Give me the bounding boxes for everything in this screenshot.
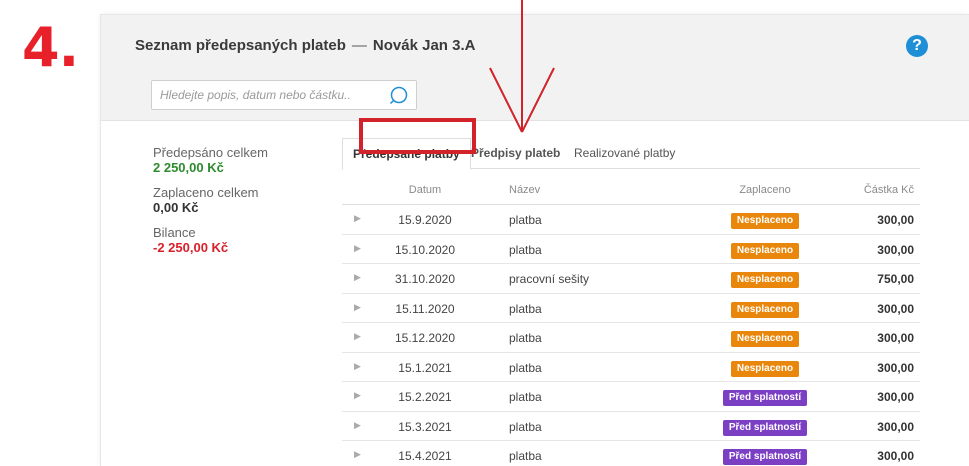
table-header: Datum Název Zaplaceno Částka Kč: [342, 175, 920, 205]
balance-value: -2 250,00 Kč: [153, 240, 229, 255]
status-badge: Nesplaceno: [730, 360, 800, 377]
table-row[interactable]: ▶ 15.10.2020 platba Nesplaceno 300,00: [342, 235, 920, 264]
tab-prescribed-payments[interactable]: Předepsané platby: [342, 138, 471, 170]
summary-paid: Zaplaceno celkem 0,00 Kč: [153, 185, 343, 215]
balance-label: Bilance: [153, 225, 196, 240]
row-date: 15.12.2020: [394, 331, 456, 345]
row-amount: 300,00: [877, 213, 914, 227]
row-amount: 300,00: [877, 360, 914, 375]
table-row[interactable]: ▶ 15.12.2020 platba Nesplaceno 300,00: [342, 323, 920, 353]
expand-arrow-icon[interactable]: ▶: [354, 361, 361, 372]
summary-balance: Bilance -2 250,00 Kč: [153, 225, 343, 255]
table-row[interactable]: ▶ 15.9.2020 platba Nesplaceno 300,00: [342, 205, 920, 235]
prescribed-value: 2 250,00 Kč: [153, 160, 224, 175]
row-name: platba: [509, 419, 542, 434]
column-header-paid[interactable]: Zaplaceno: [720, 184, 810, 196]
status-badge: Před splatností: [722, 449, 808, 465]
column-header-date[interactable]: Datum: [377, 184, 473, 196]
row-name: pracovní sešity: [509, 272, 590, 286]
row-date: 15.3.2021: [398, 419, 452, 434]
expand-arrow-icon[interactable]: ▶: [354, 420, 361, 431]
table-row[interactable]: ▶ 15.11.2020 platba Nesplaceno 300,00: [342, 294, 920, 323]
student-name: Novák Jan 3.A: [372, 37, 476, 54]
expand-arrow-icon[interactable]: ▶: [354, 272, 361, 283]
row-amount: 300,00: [877, 449, 914, 463]
row-name: platba: [509, 390, 542, 404]
row-status: Nesplaceno: [720, 271, 810, 288]
status-badge: Nesplaceno: [730, 301, 800, 318]
panel-header: Seznam předepsaných plateb — Novák Jan 3.A…: [101, 15, 969, 121]
column-header-amount[interactable]: Částka Kč: [832, 184, 914, 196]
row-name: platba: [509, 213, 542, 227]
expand-arrow-icon[interactable]: ▶: [354, 331, 361, 342]
payments-panel: Seznam předepsaných plateb — Novák Jan 3.A…: [100, 14, 969, 466]
row-date: 15.11.2020: [395, 301, 455, 316]
page-title: Seznam předepsaných plateb — Novák Jan 3.A: [135, 37, 475, 54]
row-name: platba: [509, 360, 542, 375]
expand-arrow-icon[interactable]: ▶: [354, 449, 361, 460]
row-date: 31.10.2020: [394, 272, 456, 286]
expand-arrow-icon[interactable]: ▶: [354, 243, 361, 254]
row-status: Nesplaceno: [720, 330, 810, 347]
paid-label: Zaplaceno celkem: [153, 185, 259, 200]
expand-arrow-icon[interactable]: ▶: [354, 302, 361, 313]
row-amount: 300,00: [877, 390, 914, 404]
row-name: platba: [509, 301, 542, 316]
status-badge: Před splatností: [722, 390, 808, 406]
status-badge: Nesplaceno: [730, 213, 800, 229]
title-separator: —: [351, 37, 367, 54]
row-amount: 750,00: [877, 272, 914, 286]
status-badge: Nesplaceno: [730, 272, 800, 288]
row-status: Nesplaceno: [720, 242, 810, 259]
expand-arrow-icon[interactable]: ▶: [354, 390, 361, 401]
payments-table: Datum Název Zaplaceno Částka Kč ▶ 15.9.20…: [342, 175, 920, 466]
row-name: platba: [509, 242, 542, 257]
payment-summary: Předepsáno celkem 2 250,00 Kč Zaplaceno …: [153, 145, 343, 265]
summary-prescribed: Předepsáno celkem 2 250,00 Kč: [153, 145, 343, 175]
row-status: Nesplaceno: [720, 301, 810, 318]
tab-bar: Předepsané platby Předpisy plateb Realiz…: [342, 138, 920, 170]
tab-payment-prescriptions[interactable]: Předpisy plateb: [461, 138, 570, 169]
table-row[interactable]: ▶ 15.3.2021 platba Před splatností 300,00: [342, 412, 920, 441]
row-status: Nesplaceno: [720, 360, 810, 377]
help-icon[interactable]: ?: [906, 35, 928, 57]
row-amount: 300,00: [877, 242, 914, 257]
row-date: 15.4.2021: [398, 449, 452, 463]
title-text: Seznam předepsaných plateb: [135, 37, 346, 54]
row-name: platba: [509, 449, 542, 463]
search-input[interactable]: [152, 81, 384, 109]
row-date: 15.9.2020: [398, 213, 452, 227]
expand-arrow-icon[interactable]: ▶: [354, 213, 361, 224]
prescribed-label: Předepsáno celkem: [153, 145, 268, 160]
step-number: 4.: [22, 16, 79, 79]
table-row[interactable]: ▶ 15.4.2021 platba Před splatností 300,00: [342, 441, 920, 466]
status-badge: Před splatností: [722, 419, 808, 436]
row-status: Nesplaceno: [720, 212, 810, 229]
row-status: Před splatností: [720, 448, 810, 465]
tab-realized-payments[interactable]: Realizované platby: [564, 138, 685, 169]
table-row[interactable]: ▶ 15.1.2021 platba Nesplaceno 300,00: [342, 353, 920, 382]
search-icon[interactable]: [388, 84, 410, 106]
row-name: platba: [509, 331, 542, 345]
row-status: Před splatností: [720, 419, 810, 436]
column-header-name[interactable]: Název: [509, 184, 540, 196]
status-badge: Nesplaceno: [730, 242, 800, 259]
search-box: [151, 80, 417, 110]
table-row[interactable]: ▶ 31.10.2020 pracovní sešity Nesplaceno 750,…: [342, 264, 920, 294]
row-date: 15.1.2021: [398, 360, 452, 375]
row-amount: 300,00: [877, 301, 914, 316]
table-row[interactable]: ▶ 15.2.2021 platba Před splatností 300,00: [342, 382, 920, 412]
row-date: 15.10.2020: [394, 242, 456, 257]
row-date: 15.2.2021: [398, 390, 452, 404]
status-badge: Nesplaceno: [730, 331, 800, 347]
row-amount: 300,00: [877, 331, 914, 345]
paid-value: 0,00 Kč: [153, 200, 199, 215]
row-amount: 300,00: [877, 419, 914, 434]
row-status: Před splatností: [720, 389, 810, 406]
